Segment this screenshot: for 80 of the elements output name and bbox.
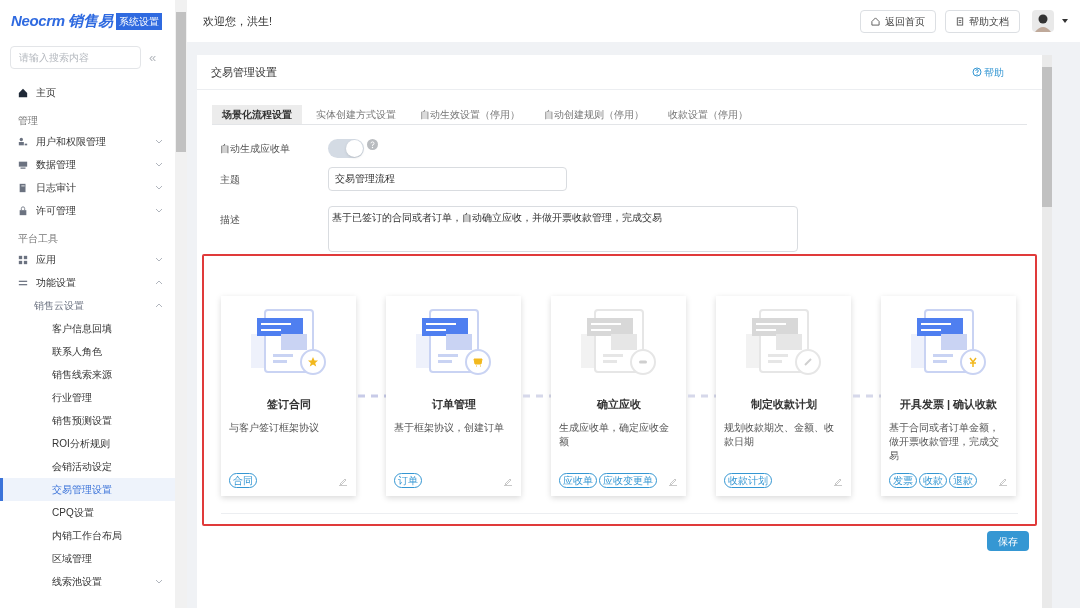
field-label: 自动生成应收单 <box>220 141 291 156</box>
greeting-text: 欢迎您，洪生! <box>203 13 274 29</box>
users-icon <box>18 136 28 147</box>
header-button[interactable]: 帮助文档 <box>945 9 1020 33</box>
chevron-icon <box>155 139 163 144</box>
card-description: 生成应收单，确定应收金额 <box>559 420 670 449</box>
scrollbar-thumb[interactable] <box>1042 67 1052 207</box>
sidebar-item[interactable]: 会销活动设定 <box>0 455 175 478</box>
tab[interactable]: 自动生效设置（停用） <box>410 105 530 124</box>
tab[interactable]: 自动创建规则（停用） <box>534 105 654 124</box>
sidebar-item[interactable]: 行业管理 <box>0 386 175 409</box>
sidebar-item[interactable]: 用户和权限管理 <box>0 130 175 153</box>
panel-title: 交易管理设置 <box>211 64 277 80</box>
sidebar-item[interactable]: ROI分析规则 <box>0 432 175 455</box>
description-field[interactable]: 基于已签订的合同或者订单，自动确立应收，并做开票收款管理，完成交易 <box>328 206 798 252</box>
lock-icon <box>18 205 28 216</box>
subject-field[interactable]: 交易管理流程 <box>328 167 567 191</box>
chevron-icon <box>155 579 163 584</box>
process-card[interactable]: 确立应收 生成应收单，确定应收金额 应收单 应收变更单 <box>551 296 686 496</box>
sidebar-item[interactable]: 销售云设置 <box>0 294 175 317</box>
brand-logo: Neocrm 销售易 <box>11 10 113 31</box>
tab[interactable]: 场景化流程设置 <box>212 105 302 124</box>
card-title: 签订合同 <box>265 397 312 412</box>
connector-line <box>851 394 881 398</box>
chevron-icon <box>155 257 163 262</box>
sidebar-item[interactable]: CPQ设置 <box>0 501 175 524</box>
process-card[interactable]: 签订合同 与客户签订框架协议 合同 <box>221 296 356 496</box>
process-card[interactable]: 开具发票 | 确认收款 基于合同或者订单金额，做开票收款管理，完成交易 发票 收款 退款 <box>881 296 1016 496</box>
chevron-icon <box>155 185 163 190</box>
sidebar-item[interactable]: 应用 <box>0 248 175 271</box>
sidebar-item[interactable]: 销售预测设置 <box>0 409 175 432</box>
scrollbar-thumb[interactable] <box>176 12 186 152</box>
connector-line <box>356 394 386 398</box>
chevron-icon <box>155 208 163 213</box>
process-card[interactable]: 订单管理 基于框架协议，创建订单 订单 <box>386 296 521 496</box>
home-icon <box>871 16 880 26</box>
field-label: 主题 <box>220 172 241 187</box>
card-description: 规划收款期次、金额、收款日期 <box>724 420 835 449</box>
chevron-icon <box>155 303 163 308</box>
sidebar-item[interactable]: 主页 <box>0 81 175 104</box>
help-icon <box>972 67 982 77</box>
chevron-icon <box>155 280 163 285</box>
document-icon <box>18 182 28 193</box>
sidebar-item[interactable]: 销售线索来源 <box>0 363 175 386</box>
sidebar-item[interactable]: 日志审计 <box>0 176 175 199</box>
search-field[interactable]: 请输入搜索内容 <box>10 46 141 69</box>
sidebar-item[interactable]: 交易管理设置 <box>0 478 175 501</box>
sidebar-item[interactable]: 许可管理 <box>0 199 175 222</box>
document-icon <box>956 16 964 26</box>
card-title: 确立应收 <box>595 397 642 412</box>
process-card[interactable]: 制定收款计划 规划收款期次、金额、收款日期 收款计划 <box>716 296 851 496</box>
sidebar-item[interactable]: 数据管理 <box>0 153 175 176</box>
card-description: 基于框架协议，创建订单 <box>394 420 505 435</box>
help-icon[interactable] <box>367 138 378 150</box>
sidebar-item[interactable]: 联系人角色 <box>0 340 175 363</box>
header-button[interactable]: 返回首页 <box>860 9 936 33</box>
card-description: 基于合同或者订单金额，做开票收款管理，完成交易 <box>889 420 1000 463</box>
sidebar-item[interactable]: 内销工作台布局 <box>0 524 175 547</box>
tab[interactable]: 收款设置（停用） <box>658 105 758 124</box>
monitor-icon <box>18 159 28 170</box>
connector-line <box>521 394 551 398</box>
chevron-icon <box>155 162 163 167</box>
caret-icon[interactable] <box>1062 19 1068 23</box>
card-description: 与客户签订框架协议 <box>229 420 320 435</box>
card-title: 开具发票 | 确认收款 <box>898 397 999 412</box>
section-heading: 管理 <box>17 114 39 128</box>
field-label: 描述 <box>220 213 241 227</box>
avatar[interactable] <box>1032 10 1054 32</box>
grid-icon <box>18 254 28 265</box>
sidebar-item[interactable]: 功能设置 <box>0 271 175 294</box>
home-icon <box>18 87 28 98</box>
sidebar-item[interactable]: 线索池设置 <box>0 570 175 593</box>
tab[interactable]: 实体创建方式设置 <box>306 105 406 124</box>
card-title: 制定收款计划 <box>749 397 818 412</box>
sidebar-item[interactable]: 客户信息回填 <box>0 317 175 340</box>
section-heading: 平台工具 <box>17 232 59 246</box>
system-settings-tag: 系统设置 <box>116 12 163 30</box>
connector-line <box>686 394 716 398</box>
sidebar-item[interactable]: 区域管理 <box>0 547 175 570</box>
card-title: 订单管理 <box>430 397 477 412</box>
